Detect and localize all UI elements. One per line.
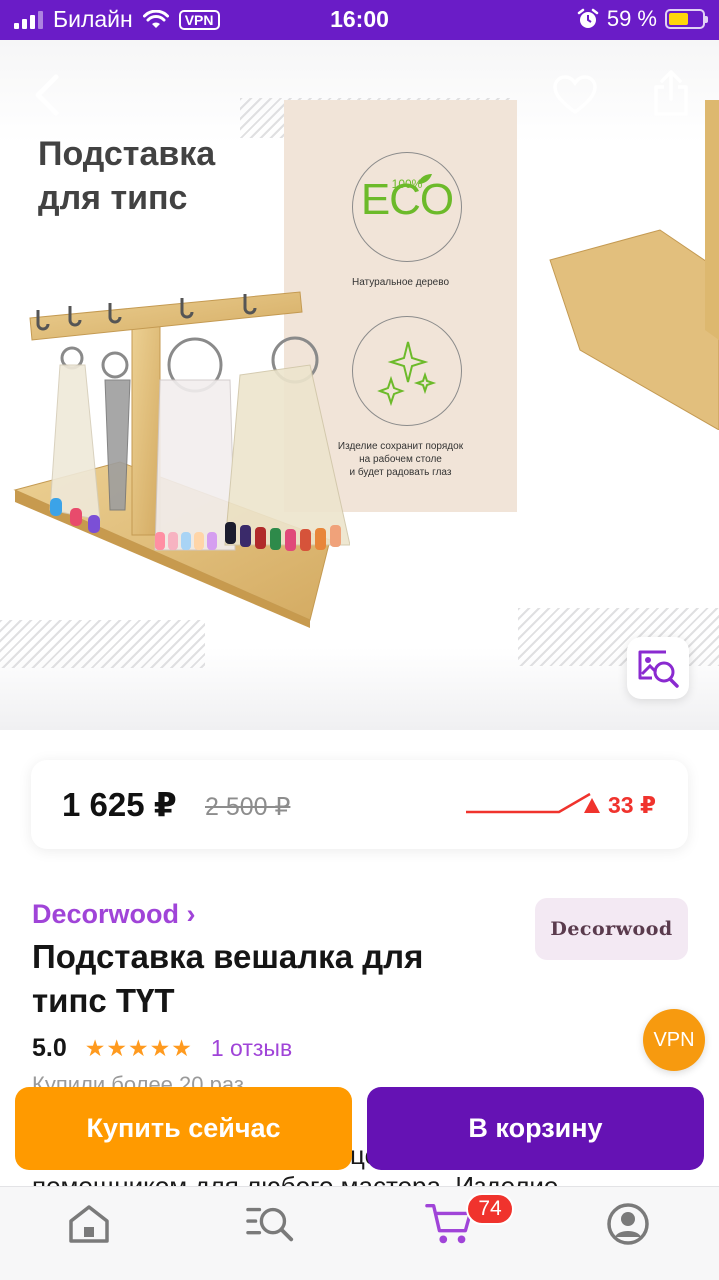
brand-link[interactable]: Decorwood › bbox=[32, 899, 196, 930]
tab-profile[interactable] bbox=[603, 1201, 653, 1247]
favorite-button[interactable] bbox=[550, 70, 600, 120]
image-title-line1: Подставка bbox=[38, 135, 216, 173]
arrow-up-icon bbox=[584, 798, 601, 813]
battery-fill bbox=[669, 13, 688, 25]
image-search-icon bbox=[638, 650, 679, 688]
image-title: Подставка для типс bbox=[38, 132, 215, 220]
tab-home[interactable] bbox=[64, 1201, 114, 1247]
share-button[interactable] bbox=[646, 68, 696, 118]
home-icon bbox=[69, 1205, 109, 1243]
heart-icon bbox=[553, 75, 597, 115]
vpn-floating-button[interactable]: VPN bbox=[643, 1009, 705, 1071]
profile-icon bbox=[607, 1203, 649, 1245]
price-change[interactable]: 33 ₽ bbox=[584, 792, 656, 819]
image-title-line2: для типс bbox=[38, 179, 188, 217]
battery-icon bbox=[665, 9, 708, 29]
eco-badge: 100% ECO bbox=[352, 152, 462, 262]
tab-bar bbox=[0, 1186, 719, 1280]
price-change-value: 33 ₽ bbox=[608, 792, 656, 818]
brand-logo[interactable]: Decorwood bbox=[535, 898, 688, 960]
next-product-image bbox=[549, 100, 719, 430]
add-to-cart-button[interactable]: В корзину bbox=[367, 1087, 704, 1170]
status-left: Билайн VPN bbox=[14, 6, 220, 33]
product-gallery[interactable]: Подставка для типс 100% ECO Натуральное … bbox=[0, 40, 719, 730]
sparkle-badge bbox=[352, 316, 462, 426]
vpn-badge: VPN bbox=[178, 9, 220, 30]
current-price: 1 625 ₽ bbox=[62, 786, 177, 823]
carrier-name: Билайн bbox=[53, 6, 133, 32]
rating-value: 5.0 bbox=[32, 1034, 67, 1062]
buy-now-button[interactable]: Купить сейчас bbox=[15, 1087, 352, 1170]
price-trend-chart[interactable] bbox=[464, 792, 594, 822]
rating-stars-icon: ★★★★★ bbox=[84, 1035, 193, 1061]
old-price: 2 500 ₽ bbox=[205, 793, 291, 821]
cart-count-badge: 74 bbox=[466, 1193, 514, 1225]
price-card: 1 625 ₽ 2 500 ₽ 33 ₽ bbox=[31, 760, 688, 849]
back-button[interactable] bbox=[22, 70, 72, 120]
tab-catalog[interactable] bbox=[246, 1201, 296, 1247]
wifi-icon bbox=[142, 9, 169, 28]
catalog-search-icon bbox=[246, 1207, 294, 1242]
product-image bbox=[13, 291, 350, 628]
chevron-left-icon bbox=[35, 74, 59, 116]
sparkle-icon bbox=[377, 341, 437, 407]
alarm-icon bbox=[577, 8, 599, 28]
eco-label: ECO bbox=[360, 175, 454, 224]
rating-row[interactable]: 5.0 ★★★★★ 1 отзыв bbox=[32, 1034, 292, 1063]
status-right: 59 % bbox=[577, 6, 708, 32]
signal-icon bbox=[14, 10, 43, 29]
status-bar: Билайн VPN 16:00 59 % bbox=[0, 0, 719, 40]
product-title: Подставка вешалка для типс ТҮТ bbox=[32, 938, 424, 1019]
battery-percent: 59 % bbox=[606, 6, 657, 31]
leaf-icon bbox=[418, 174, 432, 184]
reviews-link[interactable]: 1 отзыв bbox=[211, 1035, 292, 1062]
share-icon bbox=[654, 70, 688, 116]
visual-search-button[interactable] bbox=[627, 637, 689, 699]
